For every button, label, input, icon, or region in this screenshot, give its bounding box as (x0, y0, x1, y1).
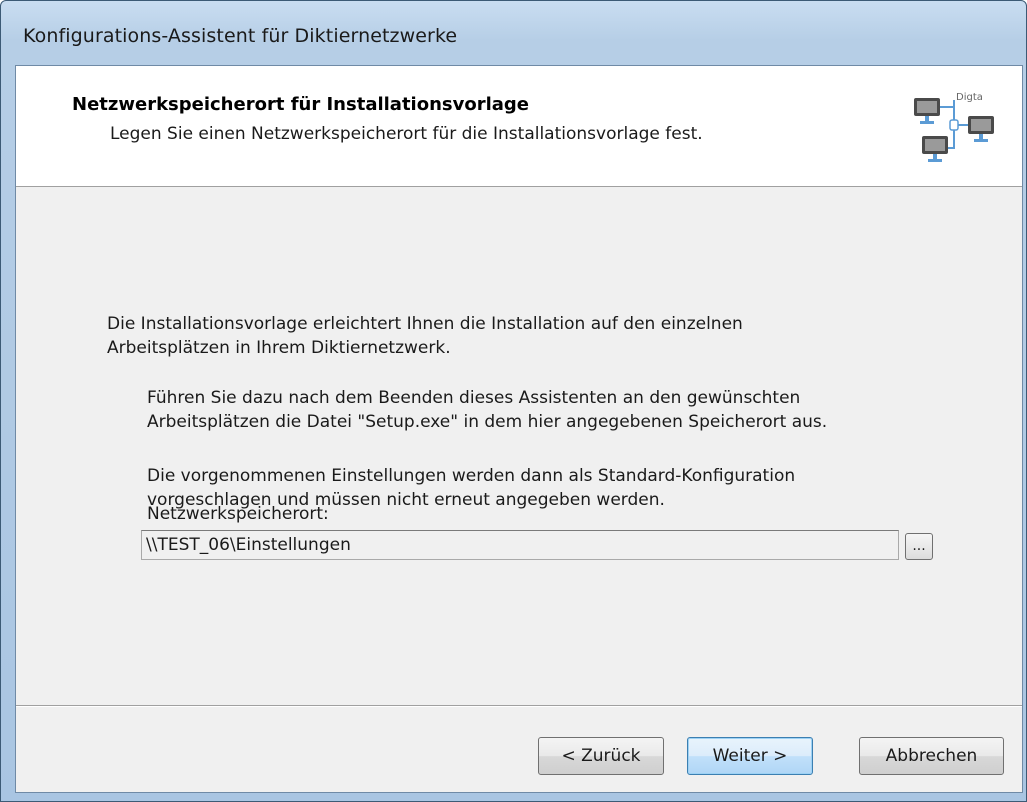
back-button[interactable]: < Zurück (538, 737, 664, 775)
network-location-label: Netzwerkspeicherort: (147, 504, 329, 524)
page-title: Netzwerkspeicherort für Installationsvor… (72, 94, 530, 115)
browse-button[interactable]: ... (905, 533, 933, 560)
instructions-text: Führen Sie dazu nach dem Beenden dieses … (147, 388, 828, 432)
intro-text: Die Installationsvorlage erleichtert Ihn… (107, 314, 743, 358)
page-subtitle: Legen Sie einen Netzwerkspeicherort für … (110, 124, 703, 144)
wizard-client-area: Netzwerkspeicherort für Installationsvor… (15, 65, 1023, 793)
network-location-input[interactable] (141, 530, 899, 560)
logo-text: Digta (956, 92, 983, 103)
title-bar[interactable]: Konfigurations-Assistent für Diktiernetz… (1, 1, 1026, 65)
next-button[interactable]: Weiter > (687, 737, 813, 775)
footer-divider (16, 705, 1022, 707)
wizard-content: Die Installationsvorlage erleichtert Ihn… (16, 187, 1022, 792)
wizard-header: Netzwerkspeicherort für Installationsvor… (16, 66, 1022, 187)
window-title: Konfigurations-Assistent für Diktiernetz… (23, 25, 458, 47)
cancel-button[interactable]: Abbrechen (859, 737, 1004, 775)
wizard-window: Konfigurations-Assistent für Diktiernetz… (0, 0, 1027, 802)
digta-network-logo-icon: Digta (914, 92, 994, 162)
